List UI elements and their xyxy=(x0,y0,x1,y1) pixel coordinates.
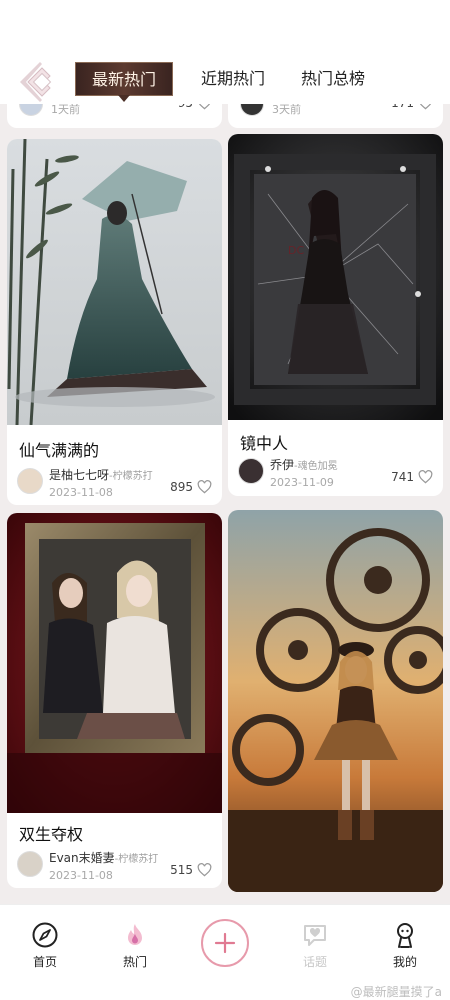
nav-home[interactable]: 首页 xyxy=(0,905,90,1000)
post-title: 镜中人 xyxy=(240,434,289,453)
tab-recent-hot[interactable]: 近期热门 xyxy=(183,62,283,96)
nav-label: 我的 xyxy=(392,955,417,969)
heart-icon xyxy=(418,470,433,484)
author-source: -柠檬苏打 xyxy=(114,854,159,865)
tab-latest-hot[interactable]: 最新热门 xyxy=(75,62,174,102)
nav-label: 热门 xyxy=(122,955,147,969)
app-page: 最新热门 近期热门 热门总榜 1天前 95 3天前 171 xyxy=(0,0,450,1000)
top-header: 最新热门 近期热门 热门总榜 xyxy=(0,0,450,104)
app-logo-icon[interactable] xyxy=(16,56,64,104)
author-source: -魂色加冕 xyxy=(294,461,338,472)
like-count-value: 515 xyxy=(170,863,193,877)
author-name[interactable]: 是柚七七呀 xyxy=(49,468,109,482)
post-image xyxy=(228,510,443,892)
like-button[interactable]: 895 xyxy=(170,480,212,494)
post-date: 2023-11-08 xyxy=(49,869,113,882)
post-card[interactable]: 仙气满满的 是柚七七呀-柠檬苏打 2023-11-08 895 xyxy=(7,139,222,505)
author-avatar[interactable] xyxy=(17,851,43,877)
post-card[interactable] xyxy=(228,510,443,892)
author-name[interactable]: Evan末婚妻 xyxy=(49,851,115,865)
feed-grid[interactable]: 1天前 95 3天前 171 xyxy=(0,96,450,904)
nav-topics[interactable]: 话题 xyxy=(270,905,360,1000)
author-avatar[interactable] xyxy=(17,468,43,494)
flame-icon xyxy=(128,924,142,945)
author-avatar[interactable] xyxy=(238,458,264,484)
post-title: 仙气满满的 xyxy=(19,441,100,460)
nav-label: 话题 xyxy=(302,955,327,969)
post-date: 2023-11-09 xyxy=(270,476,334,489)
post-image xyxy=(7,513,222,813)
post-card[interactable]: 双生夺权 Evan末婚妻-柠檬苏打 2023-11-08 515 xyxy=(7,513,222,888)
post-card[interactable]: DC 镜中人 乔伊-魂色加冕 2023-11-09 741 xyxy=(228,134,443,496)
nav-label: 首页 xyxy=(32,955,57,969)
post-title: 双生夺权 xyxy=(19,825,84,844)
author-row[interactable]: Evan末婚妻-柠檬苏打 2023-11-08 xyxy=(17,849,158,883)
nav-hot[interactable]: 热门 xyxy=(90,905,180,1000)
heart-icon xyxy=(197,480,212,494)
create-post-button[interactable] xyxy=(201,919,249,967)
tab-bar: 最新热门 近期热门 热门总榜 xyxy=(75,62,383,102)
person-icon xyxy=(397,923,413,948)
post-image xyxy=(7,139,222,425)
watermark-text: @最新腿量摸了a xyxy=(350,985,442,999)
like-button[interactable]: 515 xyxy=(170,863,212,877)
like-count-value: 741 xyxy=(391,470,414,484)
author-row[interactable]: 乔伊-魂色加冕 2023-11-09 xyxy=(238,456,338,490)
author-name[interactable]: 乔伊 xyxy=(270,458,294,472)
author-source: -柠檬苏打 xyxy=(109,471,153,482)
post-image: DC xyxy=(228,134,443,420)
post-date: 2023-11-08 xyxy=(49,486,113,499)
like-button[interactable]: 741 xyxy=(391,470,433,484)
svg-text:DC: DC xyxy=(288,244,304,257)
compass-icon xyxy=(32,922,58,948)
plus-icon xyxy=(214,932,236,954)
author-row[interactable]: 是柚七七呀-柠檬苏打 2023-11-08 xyxy=(17,466,153,500)
like-count-value: 895 xyxy=(170,480,193,494)
tab-hot-ranking[interactable]: 热门总榜 xyxy=(283,62,383,96)
heart-icon xyxy=(197,863,212,877)
chat-heart-icon xyxy=(304,925,326,946)
